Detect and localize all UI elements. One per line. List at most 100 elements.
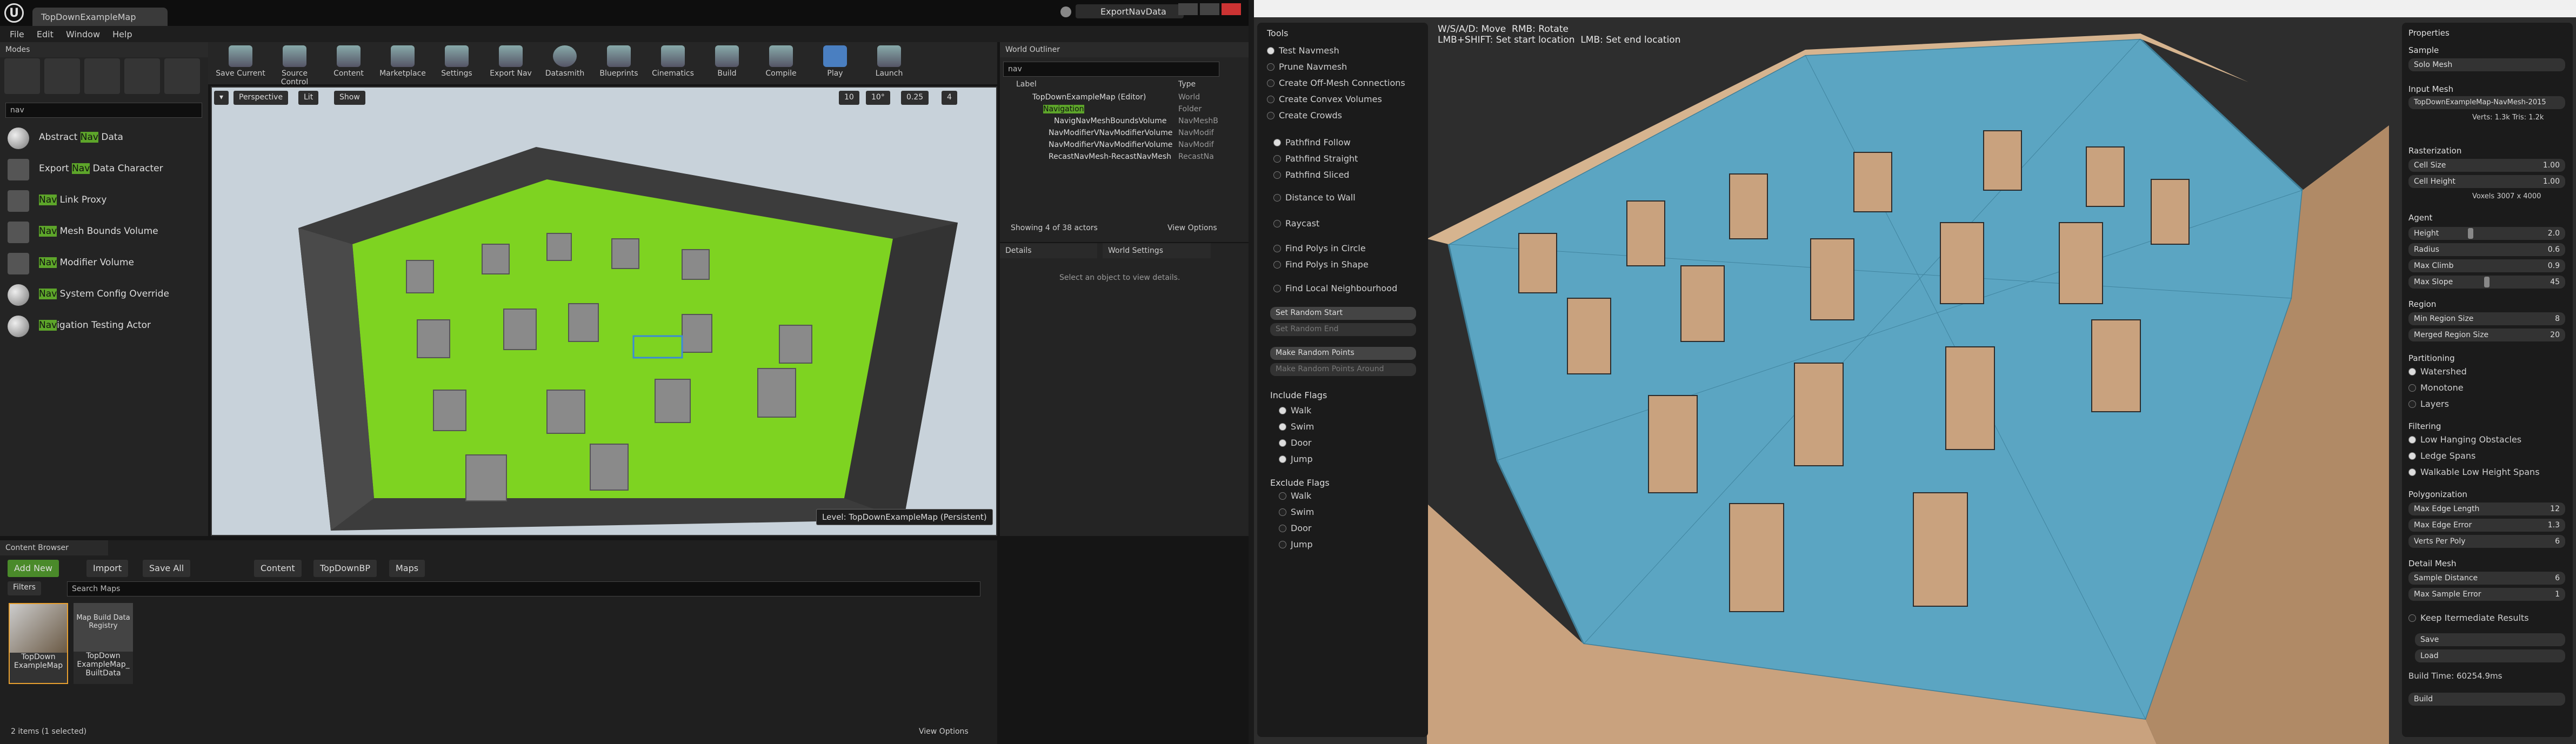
compile-button[interactable]: Compile (754, 44, 808, 82)
test-pathfind-follow[interactable]: Pathfind Follow (1273, 137, 1430, 151)
asset-tile[interactable]: TopDown ExampleMap (9, 603, 68, 684)
menu-edit[interactable]: Edit (37, 29, 54, 39)
partition-watershed[interactable]: Watershed (2408, 366, 2567, 379)
geometry-mode-icon[interactable] (164, 58, 200, 94)
include-walk[interactable]: Walk (1279, 405, 1436, 419)
menu-help[interactable]: Help (112, 29, 132, 39)
exclude-walk[interactable]: Walk (1279, 491, 1436, 505)
breadcrumb-content[interactable]: Content (254, 560, 302, 577)
filter-ledge-spans[interactable]: Ledge Spans (2408, 451, 2567, 464)
merged-region-slider[interactable]: Merged Region Size 20 (2408, 329, 2565, 341)
set-random-end-button[interactable]: Set Random End (1270, 323, 1416, 336)
paint-mode-icon[interactable] (44, 58, 80, 94)
table-row[interactable]: NavigNavMeshBoundsVolume NavMeshB (1000, 117, 1249, 129)
save-all-button[interactable]: Save All (143, 560, 191, 577)
test-pathfind-straight[interactable]: Pathfind Straight (1273, 153, 1430, 167)
launch-button[interactable]: Launch (862, 44, 916, 82)
outliner-view-options[interactable]: View Options (1167, 224, 1217, 232)
save-button[interactable]: Save (2415, 633, 2565, 646)
build-button[interactable]: Build (700, 44, 754, 82)
tool-crowds[interactable]: Create Crowds (1267, 110, 1424, 124)
partition-monotone[interactable]: Monotone (2408, 383, 2567, 396)
input-mesh-select[interactable]: TopDownExampleMap-NavMesh-2015 (2408, 96, 2565, 109)
tool-test-navmesh[interactable]: Test Navmesh (1267, 45, 1424, 59)
source-control-button[interactable]: Source Control (268, 44, 322, 86)
agent-radius-slider[interactable]: Radius 0.6 (2408, 243, 2565, 256)
add-new-button[interactable]: Add New (8, 560, 59, 577)
slider-knob[interactable] (2468, 228, 2473, 239)
minimize-button[interactable] (1178, 3, 1198, 15)
column-type[interactable]: Type (1178, 80, 1196, 89)
sample-select[interactable]: Solo Mesh (2408, 58, 2565, 71)
modes-search-input[interactable]: nav (5, 103, 202, 118)
max-sample-error-slider[interactable]: Max Sample Error 1 (2408, 588, 2565, 601)
viewport-menu-button[interactable]: ▾ (214, 91, 229, 105)
tool-prune-navmesh[interactable]: Prune Navmesh (1267, 62, 1424, 76)
sample-distance-slider[interactable]: Sample Distance 6 (2408, 572, 2565, 585)
partition-layers[interactable]: Layers (2408, 399, 2567, 412)
tool-convex[interactable]: Create Convex Volumes (1267, 94, 1424, 108)
grid-snap[interactable]: 10 (839, 91, 859, 105)
cell-height-slider[interactable]: Cell Height 1.00 (2408, 175, 2565, 188)
tab-details[interactable]: Details (1000, 243, 1097, 258)
table-row[interactable]: NavModifierVNavModifierVolume NavModif (1000, 129, 1249, 140)
make-random-points-button[interactable]: Make Random Points (1270, 347, 1416, 360)
export-nav-button[interactable]: Export Nav (484, 44, 538, 82)
import-button[interactable]: Import (86, 560, 129, 577)
settings-button[interactable]: Settings (430, 44, 484, 82)
show-button[interactable]: Show (334, 91, 365, 105)
lit-button[interactable]: Lit (298, 91, 319, 105)
table-row[interactable]: Navigation Folder (1000, 105, 1249, 117)
breadcrumb-topdownbp[interactable]: TopDownBP (313, 560, 377, 577)
cell-size-slider[interactable]: Cell Size 1.00 (2408, 159, 2565, 172)
level-viewport[interactable]: ▾ Perspective Lit Show 10 10° 0.25 4 Lev… (211, 86, 997, 536)
max-climb-slider[interactable]: Max Climb 0.9 (2408, 259, 2565, 272)
filters-button[interactable]: Filters (8, 581, 41, 595)
table-row[interactable]: TopDownExampleMap (Editor) World (1000, 93, 1249, 105)
maximize-button[interactable] (1200, 3, 1219, 15)
max-slope-slider[interactable]: Max Slope 45 (2408, 276, 2565, 289)
include-swim[interactable]: Swim (1279, 421, 1436, 435)
exclude-jump[interactable]: Jump (1279, 539, 1436, 553)
filter-low-hanging[interactable]: Low Hanging Obstacles (2408, 434, 2567, 447)
cinematics-button[interactable]: Cinematics (646, 44, 700, 82)
close-button[interactable] (1222, 3, 1241, 15)
level-tab[interactable]: TopDownExampleMap (32, 8, 168, 26)
list-item[interactable]: Nav Modifier Volume (4, 249, 204, 279)
datasmith-button[interactable]: Datasmith (538, 44, 592, 82)
cb-view-options[interactable]: View Options (919, 727, 969, 736)
exclude-door[interactable]: Door (1279, 523, 1436, 537)
column-label[interactable]: Label (1016, 80, 1037, 89)
max-edge-error-slider[interactable]: Max Edge Error 1.3 (2408, 519, 2565, 532)
content-button[interactable]: Content (322, 44, 376, 82)
cb-search-input[interactable]: Search Maps (67, 581, 980, 596)
exclude-swim[interactable]: Swim (1279, 507, 1436, 521)
slider-knob[interactable] (2484, 277, 2490, 287)
test-find-circle[interactable]: Find Polys in Circle (1273, 243, 1430, 257)
foliage-mode-icon[interactable] (124, 58, 160, 94)
keep-intermediate-checkbox[interactable]: Keep Itermediate Results (2408, 613, 2567, 626)
agent-height-slider[interactable]: Height 2.0 (2408, 227, 2565, 240)
tab-world-settings[interactable]: World Settings (1103, 243, 1211, 258)
breadcrumb-maps[interactable]: Maps (389, 560, 425, 577)
rotation-snap[interactable]: 10° (866, 91, 890, 105)
filter-walkable-low[interactable]: Walkable Low Height Spans (2408, 467, 2567, 480)
test-find-shape[interactable]: Find Polys in Shape (1273, 259, 1430, 273)
test-raycast[interactable]: Raycast (1273, 218, 1430, 232)
camera-speed[interactable]: 4 (942, 91, 957, 105)
menu-file[interactable]: File (10, 29, 24, 39)
asset-tile[interactable]: Map Build Data Registry TopDown ExampleM… (74, 603, 133, 684)
table-row[interactable]: NavModifierVNavModifierVolume NavModif (1000, 140, 1249, 152)
place-mode-icon[interactable] (4, 58, 40, 94)
save-current-button[interactable]: Save Current (213, 44, 268, 82)
perspective-button[interactable]: Perspective (233, 91, 289, 105)
list-item[interactable]: Nav Mesh Bounds Volume (4, 217, 204, 247)
verts-per-poly-slider[interactable]: Verts Per Poly 6 (2408, 535, 2565, 548)
list-item[interactable]: Nav Link Proxy (4, 186, 204, 216)
play-button[interactable]: Play (808, 44, 862, 82)
marketplace-button[interactable]: Marketplace (376, 44, 430, 82)
set-random-start-button[interactable]: Set Random Start (1270, 307, 1416, 320)
test-pathfind-sliced[interactable]: Pathfind Sliced (1273, 170, 1430, 184)
build-button[interactable]: Build (2408, 693, 2565, 706)
include-door[interactable]: Door (1279, 438, 1436, 452)
